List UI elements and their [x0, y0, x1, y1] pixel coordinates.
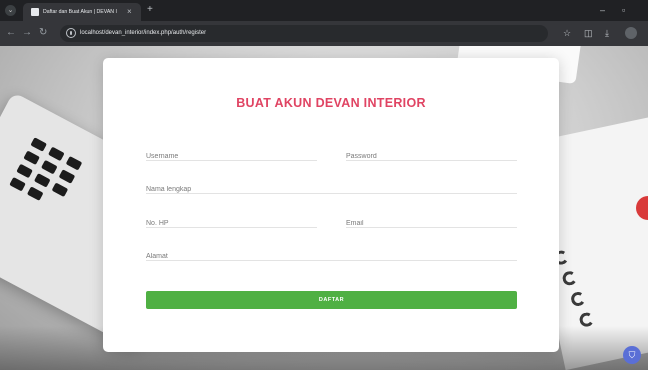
full-name-input[interactable]	[146, 182, 517, 197]
phone-input[interactable]	[146, 216, 317, 231]
username-field	[146, 145, 317, 164]
username-input[interactable]	[146, 149, 317, 164]
address-input[interactable]	[146, 249, 517, 264]
back-icon[interactable]: ←	[6, 27, 16, 39]
full-name-field	[146, 178, 517, 197]
favicon-icon	[31, 8, 39, 16]
star-icon[interactable]: ☆	[563, 27, 571, 39]
tab-title: Daftar dan Buat Akun | DEVAN I	[43, 9, 117, 15]
browser-tab-strip: ⌄ Daftar dan Buat Akun | DEVAN I × + – ▫	[0, 0, 648, 21]
password-input[interactable]	[346, 149, 517, 164]
minimize-icon[interactable]: –	[600, 4, 605, 16]
register-button[interactable]: DAFTAR	[146, 291, 517, 309]
page-viewport: BUAT AKUN DEVAN INTERIOR DAFTAR ⛉	[0, 46, 648, 370]
phone-field	[146, 212, 317, 231]
address-url: localhost/devan_interior/index.php/auth/…	[80, 30, 207, 36]
reload-icon[interactable]: ↻	[39, 27, 47, 39]
password-field	[346, 145, 517, 164]
extensions-icon[interactable]: ◫	[584, 27, 593, 39]
tab-search-menu-icon[interactable]: ⌄	[5, 5, 16, 16]
email-field	[346, 212, 517, 231]
tab-close-icon[interactable]: ×	[127, 7, 132, 16]
page-title: BUAT AKUN DEVAN INTERIOR	[236, 96, 426, 110]
site-info-icon[interactable]	[66, 28, 76, 38]
browser-tab[interactable]: Daftar dan Buat Akun | DEVAN I ×	[23, 3, 141, 21]
register-card: BUAT AKUN DEVAN INTERIOR DAFTAR	[103, 58, 559, 352]
maximize-icon[interactable]: ▫	[622, 4, 625, 16]
shield-icon[interactable]: ⛉	[623, 346, 641, 364]
address-field	[146, 245, 517, 264]
browser-toolbar: ← → ↻ localhost/devan_interior/index.php…	[0, 21, 648, 46]
profile-icon[interactable]	[625, 27, 637, 39]
download-icon[interactable]: ⤓	[605, 27, 609, 39]
new-tab-icon[interactable]: +	[147, 4, 153, 16]
address-bar[interactable]: localhost/devan_interior/index.php/auth/…	[60, 25, 548, 42]
forward-icon[interactable]: →	[22, 27, 32, 39]
email-input[interactable]	[346, 216, 517, 231]
